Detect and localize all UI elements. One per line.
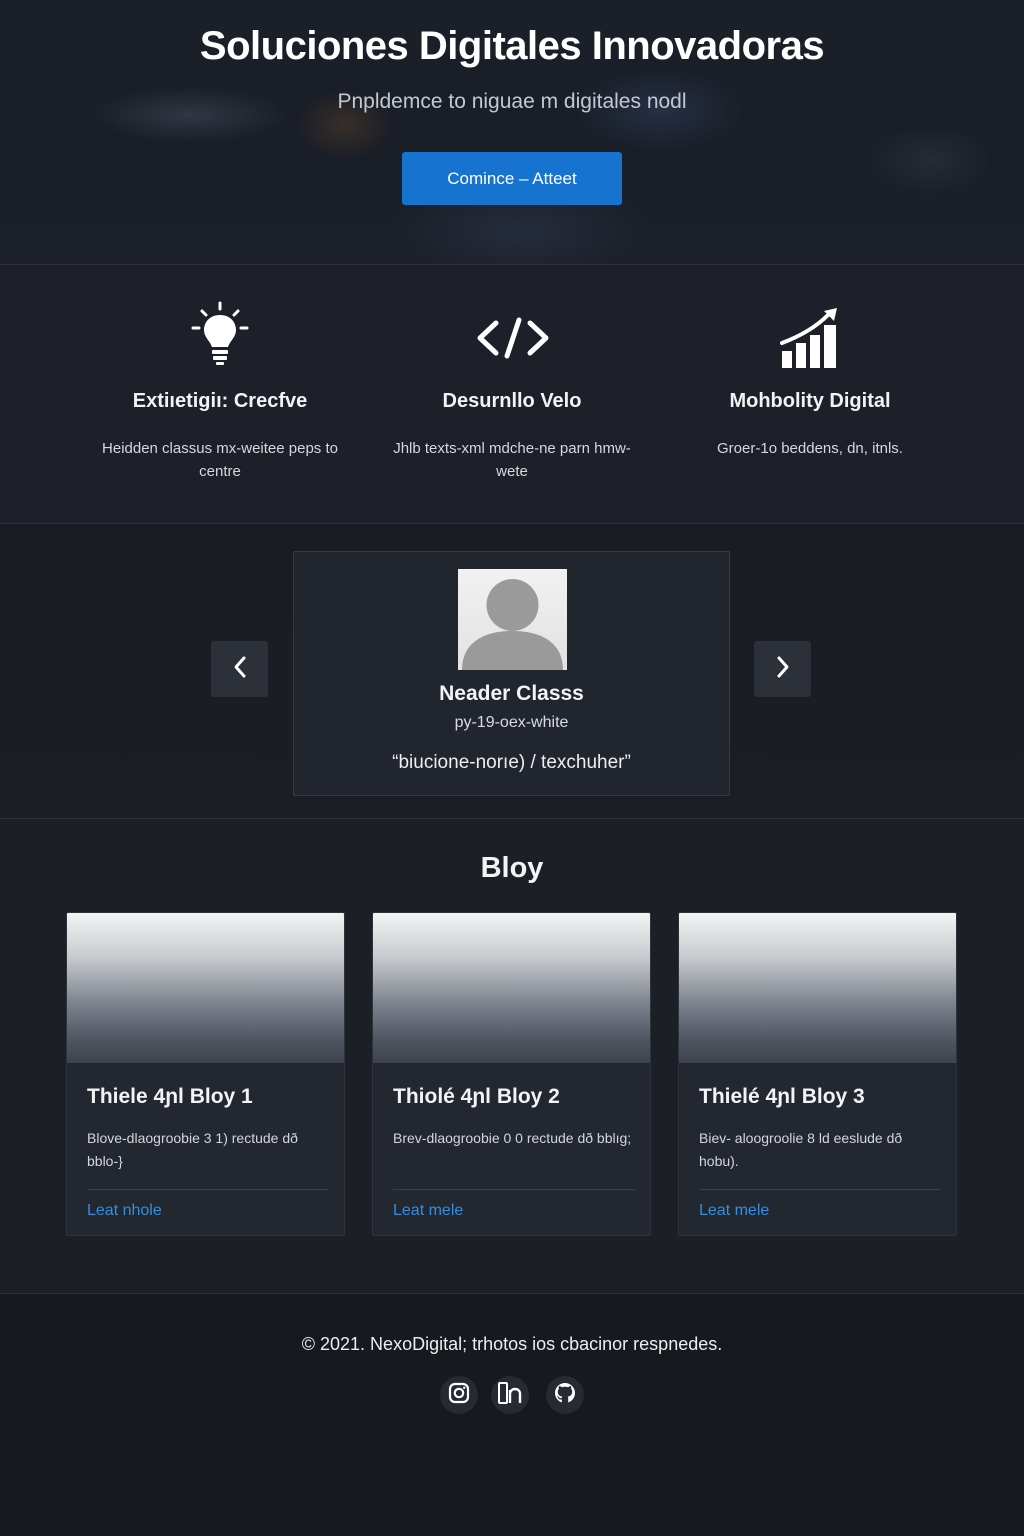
hero-title: Soluciones Digitales Innovadoras [199, 24, 825, 68]
feature-description: Groer-1o beddens, dn, itnls. [717, 440, 903, 457]
linkedin-link[interactable] [491, 1376, 529, 1414]
blog-post-image [679, 913, 956, 1063]
read-more-link[interactable]: Leat mele [393, 1202, 463, 1220]
blog-post-card: Thielé 4ɲl Bloy 3 Biev- aloogroolie 8 ld… [678, 912, 957, 1236]
testimonial-name: Neader Classs [439, 682, 584, 705]
linkedin-icon [497, 1381, 523, 1410]
chevron-right-icon [775, 655, 791, 684]
feature-description: Heidden classus mx-weitee peps to centre [102, 440, 338, 480]
blog-post-card: Thiolé 4ɲl Bloy 2 Brev-dlaogroobie 0 0 r… [372, 912, 651, 1236]
read-more-link[interactable]: Leat nhole [87, 1202, 162, 1220]
blog-post-excerpt: Blove-dlaogroobie 3 1) rectude dð bblo-} [87, 1130, 298, 1169]
blog-post-excerpt: Brev-dlaogroobie 0 0 rectude dð bblıg; [393, 1130, 632, 1146]
hero-section: Soluciones Digitales Innovadoras Pnpldem… [0, 0, 1024, 265]
testimonial-role: py-19-oex-white [454, 714, 569, 731]
blog-post-image [373, 913, 650, 1063]
feature-title: Mohbolity Digital [729, 390, 891, 412]
github-icon [553, 1381, 577, 1410]
feature-description: Jhlb texts-xml mdche-ne parn hmw-wete [393, 440, 631, 480]
blog-post-image [67, 913, 344, 1063]
read-more-link[interactable]: Leat mele [699, 1202, 769, 1220]
blog-post-title: Thiele 4ɲl Bloy 1 [87, 1085, 253, 1108]
blog-post-title: Thielé 4ɲl Bloy 3 [699, 1085, 865, 1108]
testimonial-quote: “biucione-norıe) / texchuher” [392, 752, 631, 773]
instagram-icon [448, 1382, 470, 1409]
blog-post-excerpt: Biev- aloogroolie 8 ld eeslude dð hobu). [699, 1130, 903, 1169]
avatar [458, 569, 567, 670]
footer: © 2021. NexoDigital; trhotos ios cbacino… [0, 1294, 1024, 1536]
lightbulb-icon [190, 301, 250, 372]
testimonial-card: Neader Classs py-19-oex-white “biucione-… [293, 551, 730, 796]
testimonials-section: Neader Classs py-19-oex-white “biucione-… [0, 524, 1024, 819]
hero-subtitle: Pnpldemce to niguae m digitales nodl [337, 90, 687, 113]
feature-title: Extiıetigiı: Crecfve [132, 390, 308, 412]
hero-cta-button[interactable]: Comince – Atteet [402, 152, 622, 205]
features-section: Extiıetigiı: Crecfve Heidden classus mx-… [0, 265, 1024, 524]
blog-section: Bloy Thiele 4ɲl Bloy 1 Blove-dlaogroobie… [0, 819, 1024, 1294]
blog-post-card: Thiele 4ɲl Bloy 1 Blove-dlaogroobie 3 1)… [66, 912, 345, 1236]
footer-copyright: © 2021. NexoDigital; trhotos ios cbacino… [301, 1334, 723, 1354]
github-link[interactable] [546, 1376, 584, 1414]
carousel-prev-button[interactable] [211, 641, 268, 697]
divider [699, 1189, 941, 1190]
feature-title: Desurnllo Velo [442, 390, 582, 412]
divider [393, 1189, 635, 1190]
carousel-next-button[interactable] [754, 641, 811, 697]
code-icon [476, 317, 550, 364]
blog-post-title: Thiolé 4ɲl Bloy 2 [393, 1085, 560, 1108]
divider [87, 1189, 329, 1190]
blog-title: Bloy [480, 852, 544, 884]
chevron-left-icon [232, 655, 248, 684]
bar-chart-icon [780, 307, 840, 374]
instagram-link[interactable] [440, 1376, 478, 1414]
